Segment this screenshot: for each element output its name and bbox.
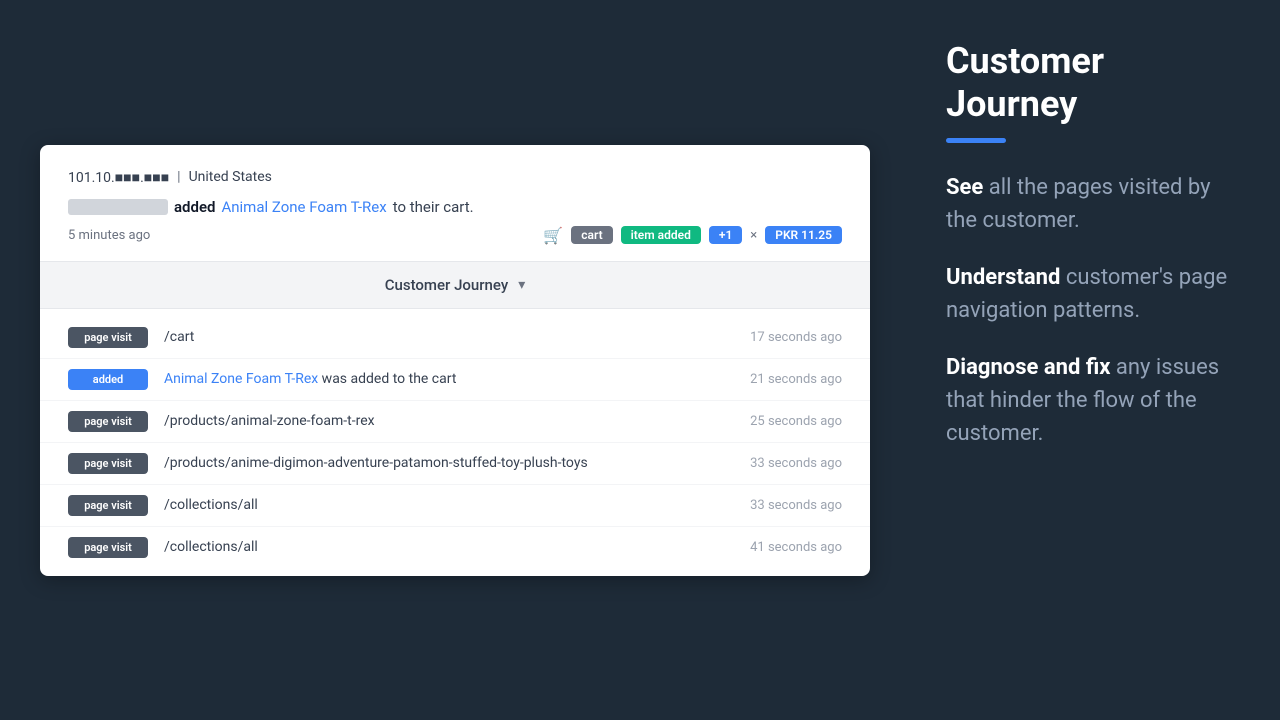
item-time-6: 41 seconds ago [750, 540, 842, 555]
panel-strong-1: See [946, 175, 983, 200]
badge-page-visit-5: page visit [68, 495, 148, 516]
action-line: added Animal Zone Foam T-Rex to their ca… [68, 198, 842, 216]
badge-plus: +1 [709, 226, 742, 244]
badge-page-visit-3: page visit [68, 411, 148, 432]
left-panel: 101.10.■■■.■■■ | United States added Ani… [0, 0, 910, 720]
badge-item-added: item added [621, 226, 701, 244]
badge-page-visit-4: page visit [68, 453, 148, 474]
journey-bar[interactable]: Customer Journey ▾ [40, 262, 870, 309]
item-time-5: 33 seconds ago [750, 498, 842, 513]
journey-item: page visit /collections/all 41 seconds a… [40, 527, 870, 568]
journey-items-list: page visit /cart 17 seconds ago added An… [40, 309, 870, 576]
item-content-1: /cart [164, 329, 734, 345]
panel-text-1: See all the pages visited by the custome… [946, 171, 1244, 237]
panel-section-3: Diagnose and fix any issues that hinder … [946, 351, 1244, 450]
ip-line: 101.10.■■■.■■■ | United States [68, 169, 842, 186]
cart-icon: 🛒 [543, 226, 563, 245]
card-header: 101.10.■■■.■■■ | United States added Ani… [40, 145, 870, 262]
item-content-2: Animal Zone Foam T-Rex was added to the … [164, 371, 734, 387]
item-content-4: /products/anime-digimon-adventure-patamo… [164, 455, 734, 471]
meta-line: 5 minutes ago 🛒 cart item added +1 × PKR… [68, 226, 842, 245]
item-content-5: /collections/all [164, 497, 734, 513]
times-symbol: × [750, 228, 757, 243]
journey-item: page visit /products/anime-digimon-adven… [40, 443, 870, 485]
panel-text-3: Diagnose and fix any issues that hinder … [946, 351, 1244, 450]
right-panel: Customer Journey See all the pages visit… [910, 0, 1280, 720]
panel-strong-2: Understand [946, 265, 1060, 290]
separator: | [177, 169, 180, 185]
panel-section-1: See all the pages visited by the custome… [946, 171, 1244, 237]
product-link[interactable]: Animal Zone Foam T-Rex [221, 198, 386, 216]
item-time-2: 21 seconds ago [750, 372, 842, 387]
badge-added-1: added [68, 369, 148, 390]
item-time-4: 33 seconds ago [750, 456, 842, 471]
journey-item: page visit /collections/all 33 seconds a… [40, 485, 870, 527]
badge-cart: cart [571, 226, 612, 244]
panel-text-2: Understand customer's page navigation pa… [946, 261, 1244, 327]
journey-item: page visit /products/animal-zone-foam-t-… [40, 401, 870, 443]
action-verb: added [174, 198, 215, 216]
action-suffix: to their cart. [393, 198, 474, 216]
user-redacted [68, 199, 168, 215]
panel-title: Customer Journey [946, 40, 1244, 126]
badge-page-visit-6: page visit [68, 537, 148, 558]
activity-card: 101.10.■■■.■■■ | United States added Ani… [40, 145, 870, 576]
item-content-3: /products/animal-zone-foam-t-rex [164, 413, 734, 429]
panel-strong-3: Diagnose and fix [946, 355, 1110, 380]
item-time-3: 25 seconds ago [750, 414, 842, 429]
journey-item: added Animal Zone Foam T-Rex was added t… [40, 359, 870, 401]
ip-address: 101.10.■■■.■■■ [68, 169, 169, 186]
time-ago: 5 minutes ago [68, 228, 535, 243]
accent-bar [946, 138, 1006, 143]
panel-section-2: Understand customer's page navigation pa… [946, 261, 1244, 327]
journey-bar-label: Customer Journey [385, 276, 508, 294]
chevron-down-icon: ▾ [518, 277, 525, 293]
item-time-1: 17 seconds ago [750, 330, 842, 345]
badge-page-visit-1: page visit [68, 327, 148, 348]
journey-item: page visit /cart 17 seconds ago [40, 317, 870, 359]
country: United States [189, 169, 272, 185]
item-content-6: /collections/all [164, 539, 734, 555]
added-product-link[interactable]: Animal Zone Foam T-Rex [164, 371, 318, 387]
price-badge: PKR 11.25 [765, 226, 842, 244]
